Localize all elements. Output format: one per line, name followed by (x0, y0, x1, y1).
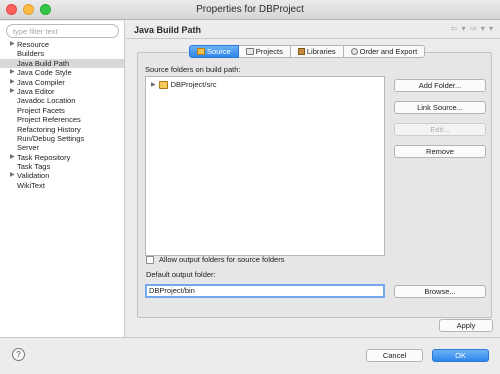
tree-item-task-tags[interactable]: Task Tags (0, 162, 124, 171)
add-folder-button[interactable]: Add Folder... (394, 79, 486, 92)
package-folder-icon (158, 81, 168, 89)
tree-item-javadoc-location[interactable]: Javadoc Location (0, 96, 124, 105)
expand-arrow-icon[interactable]: ▶ (10, 87, 15, 96)
tree-item-java-compiler[interactable]: ▶ Java Compiler (0, 78, 124, 87)
tree-item-label: Validation (17, 171, 50, 181)
tab-order-and-export[interactable]: Order and Export (343, 45, 426, 58)
expand-arrow-icon[interactable]: ▶ (10, 171, 15, 180)
tree-item-validation[interactable]: ▶ Validation (0, 171, 124, 180)
apply-button[interactable]: Apply (439, 319, 493, 332)
projects-icon (245, 48, 254, 55)
dialog-footer: ? Cancel OK (0, 337, 500, 374)
tree-item-label: Java Code Style (17, 68, 72, 78)
tree-item-project-references[interactable]: Project References (0, 115, 124, 124)
tree-item-task-repository[interactable]: ▶ Task Repository (0, 153, 124, 162)
close-window-button[interactable] (6, 4, 17, 15)
help-icon[interactable]: ? (12, 348, 25, 361)
tab-projects[interactable]: Projects (238, 45, 291, 58)
libraries-icon (297, 48, 305, 55)
expand-arrow-icon[interactable]: ▶ (10, 78, 15, 87)
build-path-page: Java Build Path ⇦ ▾ ⇨ ▾ ▾ Source Project… (126, 21, 500, 337)
tree-item-label: Builders (17, 49, 45, 59)
expand-arrow-icon[interactable]: ▶ (10, 40, 15, 49)
properties-tree: ▶ Resource Builders Java Build Path ▶ Java… (0, 40, 124, 190)
tab-source[interactable]: Source (189, 45, 239, 58)
order-export-icon (350, 48, 358, 55)
tree-item-label: Resource (17, 40, 50, 49)
filter-input[interactable] (6, 24, 119, 38)
tree-item-label: Refactoring History (17, 124, 81, 134)
source-folder-item[interactable]: ▶ DBProject/src (151, 80, 216, 90)
zoom-window-button[interactable] (40, 4, 51, 15)
source-folders-list[interactable]: ▶ DBProject/src (145, 76, 385, 256)
tree-item-resource[interactable]: ▶ Resource (0, 40, 124, 49)
allow-output-folders-checkbox[interactable] (146, 255, 154, 264)
remove-button[interactable]: Remove (394, 145, 486, 158)
tree-item-label: Project Facets (17, 105, 65, 115)
cancel-button[interactable]: Cancel (366, 349, 423, 362)
tree-item-label: Project References (17, 115, 81, 125)
browse-button[interactable]: Browse... (394, 285, 486, 298)
tab-label: Source (207, 47, 231, 56)
allow-output-folders-label: Allow output folders for source folders (159, 255, 285, 264)
ok-button[interactable]: OK (432, 349, 489, 362)
tree-item-label: Javadoc Location (17, 96, 76, 106)
tree-item-label: Server (17, 143, 40, 153)
tab-label: Projects (255, 47, 283, 56)
header-divider (126, 38, 500, 39)
expand-arrow-icon[interactable]: ▶ (10, 68, 15, 77)
expand-arrow-icon[interactable]: ▶ (10, 153, 15, 162)
window-controls (6, 4, 51, 15)
source-folder-icon (197, 48, 205, 55)
edit-button[interactable]: Edit... (394, 123, 486, 136)
tab-bar: Source Projects Libraries Order and Expo… (189, 45, 426, 58)
tree-item-label: Java Editor (17, 86, 55, 96)
source-folder-label: DBProject/src (170, 80, 217, 89)
tree-item-server[interactable]: Server (0, 143, 124, 152)
properties-sidebar: ▶Resource Builders Java Build Path ▶Java… (0, 21, 125, 337)
tree-item-label: Task Repository (17, 152, 71, 162)
tree-item-label: Java Build Path (17, 58, 70, 68)
tree-item-wikitext[interactable]: WikiText (0, 181, 124, 190)
tree-item-label: Run/Debug Settings (17, 133, 85, 143)
default-output-folder-field[interactable]: DBProject/bin (145, 284, 385, 298)
history-nav-arrows[interactable]: ⇦ ▾ ⇨ ▾ ▾ (451, 24, 494, 33)
default-output-folder-label: Default output folder: (146, 270, 216, 279)
tab-label: Order and Export (359, 47, 418, 56)
tree-item-label: Task Tags (17, 162, 51, 172)
window-titlebar: Properties for DBProject (0, 0, 500, 20)
link-source-button[interactable]: Link Source... (394, 101, 486, 114)
tab-label: Libraries (306, 47, 336, 56)
tree-item-java-build-path[interactable]: Java Build Path (0, 58, 124, 69)
allow-output-folders-option[interactable]: Allow output folders for source folders (146, 255, 284, 264)
tree-item-java-editor[interactable]: ▶ Java Editor (0, 87, 124, 96)
tree-item-label: Java Compiler (17, 77, 65, 87)
source-actions: Add Folder... Link Source... Edit... Rem… (394, 79, 486, 167)
source-folders-label: Source folders on build path: (145, 65, 241, 74)
minimize-window-button[interactable] (23, 4, 34, 15)
tree-item-refactoring-history[interactable]: Refactoring History (0, 125, 124, 134)
tree-item-builders[interactable]: Builders (0, 49, 124, 58)
tree-item-java-code-style[interactable]: ▶ Java Code Style (0, 68, 124, 77)
window-title: Properties for DBProject (196, 4, 304, 15)
tree-item-label: WikiText (17, 180, 45, 190)
tree-item-project-facets[interactable]: Project Facets (0, 106, 124, 115)
tab-libraries[interactable]: Libraries (290, 45, 344, 58)
tree-item-run-debug-settings[interactable]: Run/Debug Settings (0, 134, 124, 143)
page-title: Java Build Path (134, 25, 202, 35)
expand-arrow-icon[interactable]: ▶ (151, 80, 156, 90)
